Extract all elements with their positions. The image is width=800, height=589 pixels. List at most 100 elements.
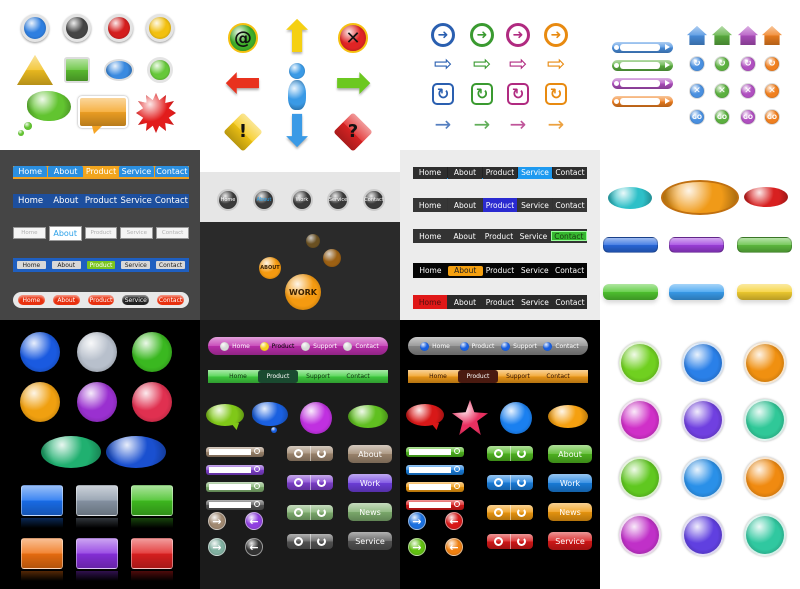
glass-oval[interactable] xyxy=(41,436,101,468)
search-bar[interactable] xyxy=(612,60,673,71)
power-icon[interactable] xyxy=(309,446,334,461)
nav-item-support[interactable]: Support xyxy=(498,370,538,383)
search-bar[interactable] xyxy=(206,482,264,492)
nav-item-service[interactable]: Service xyxy=(518,295,552,309)
glass-orb[interactable] xyxy=(77,382,117,422)
outline-arrow-right-icon[interactable]: ⇨ xyxy=(543,52,569,77)
glass-square[interactable] xyxy=(21,538,63,569)
search-icon[interactable] xyxy=(454,483,460,489)
outline-arrow-right-icon[interactable]: ⇨ xyxy=(430,52,456,77)
go-icon[interactable]: GO xyxy=(689,109,705,125)
oval-button[interactable] xyxy=(744,187,788,207)
round-button[interactable] xyxy=(105,14,133,42)
power-toggle[interactable] xyxy=(287,475,333,491)
power-toggle[interactable] xyxy=(487,446,533,461)
power-icon[interactable] xyxy=(509,504,534,520)
pill-button[interactable] xyxy=(669,284,724,300)
glass-square[interactable] xyxy=(76,485,118,516)
round-button[interactable] xyxy=(146,14,174,42)
nav-item-about[interactable]: About xyxy=(447,231,482,241)
search-icon[interactable] xyxy=(254,448,260,454)
search-field[interactable] xyxy=(620,62,660,69)
info-icon[interactable] xyxy=(487,446,510,461)
search-icon[interactable] xyxy=(454,500,460,507)
nav-item-contact[interactable]: Contact xyxy=(538,370,578,383)
glass-orb[interactable] xyxy=(682,514,724,556)
circle-arrow-right-icon[interactable]: ➜ xyxy=(506,23,530,47)
outline-arrow-right-icon[interactable]: ⇨ xyxy=(505,52,531,77)
nav-item-product[interactable]: Product xyxy=(83,194,118,208)
nav-item-product[interactable]: Product xyxy=(256,337,298,355)
orb-work[interactable]: WORK xyxy=(285,274,321,310)
button-work[interactable]: Work xyxy=(348,474,392,492)
thin-arrow-right-icon[interactable]: → xyxy=(469,112,495,136)
search-bar[interactable] xyxy=(206,499,264,510)
search-field[interactable] xyxy=(620,98,660,105)
refresh-icon[interactable]: ↻ xyxy=(764,56,780,72)
search-bar[interactable] xyxy=(612,78,673,89)
nav-item-home[interactable]: Home xyxy=(413,231,448,241)
nav-item-contact[interactable]: Contact xyxy=(550,231,588,241)
arrow-left-icon[interactable]: ⬅ xyxy=(219,59,267,107)
glass-orb[interactable] xyxy=(744,399,786,441)
nav-item-home[interactable]: Home xyxy=(18,295,45,305)
orb-about[interactable]: ABOUT xyxy=(259,257,281,279)
search-icon[interactable] xyxy=(254,483,260,489)
info-icon[interactable] xyxy=(487,475,510,490)
power-toggle[interactable] xyxy=(287,504,333,520)
pill-button[interactable] xyxy=(603,284,658,300)
nav-item-contact[interactable]: Contact xyxy=(154,166,190,177)
arrow-right-button[interactable]: → xyxy=(208,512,226,530)
round-button[interactable] xyxy=(21,14,49,42)
search-icon[interactable] xyxy=(454,465,460,472)
nav-item-service[interactable]: Service xyxy=(516,231,551,241)
nav-item-contact[interactable]: Contact xyxy=(552,265,587,276)
close-icon[interactable]: ✕ xyxy=(764,83,780,99)
thin-arrow-right-icon[interactable]: → xyxy=(505,112,531,136)
search-bar[interactable] xyxy=(406,464,464,475)
nav-item-service[interactable]: Service xyxy=(119,166,154,177)
nav-item-service[interactable]: Service xyxy=(517,265,553,276)
search-field[interactable] xyxy=(209,501,251,508)
search-field[interactable] xyxy=(409,449,451,455)
arrow-right-button[interactable]: → xyxy=(408,538,426,556)
nav-item-product[interactable]: Product xyxy=(456,337,498,355)
round-nav-contact[interactable]: Contact xyxy=(363,189,385,211)
search-field[interactable] xyxy=(209,484,251,490)
person-icon-head[interactable] xyxy=(289,63,305,79)
nav-item-contact[interactable]: Contact xyxy=(157,295,184,305)
power-toggle[interactable] xyxy=(287,533,333,549)
nav-item-product[interactable]: Product xyxy=(483,198,517,212)
glass-square[interactable] xyxy=(21,485,63,516)
search-field[interactable] xyxy=(209,449,251,455)
round-nav-service[interactable]: Service xyxy=(327,189,349,211)
button-news[interactable]: News xyxy=(548,503,592,521)
nav-item-contact[interactable]: Contact xyxy=(154,194,189,208)
info-icon[interactable] xyxy=(287,475,310,490)
refresh-icon[interactable]: ↻ xyxy=(740,56,756,72)
search-field[interactable] xyxy=(620,80,660,87)
nav-item-home[interactable]: Home xyxy=(13,227,46,239)
button-about[interactable]: About xyxy=(348,445,392,463)
glass-oval[interactable] xyxy=(548,405,588,428)
pill-button[interactable] xyxy=(737,237,792,253)
pill-button[interactable] xyxy=(737,284,792,300)
refresh-icon[interactable]: ↻ xyxy=(689,56,705,72)
glass-oval[interactable] xyxy=(106,436,166,468)
nav-item-about[interactable]: About xyxy=(48,194,83,208)
round-nav-about[interactable]: About xyxy=(253,189,275,211)
glass-orb[interactable] xyxy=(619,514,661,556)
nav-item-home[interactable]: Home xyxy=(13,166,48,177)
at-icon[interactable]: @ xyxy=(228,23,258,53)
nav-item-contact[interactable]: Contact xyxy=(553,198,587,212)
glass-orb[interactable] xyxy=(744,457,786,499)
nav-item-home[interactable]: Home xyxy=(13,194,48,208)
button-service[interactable]: Service xyxy=(348,532,392,550)
power-toggle[interactable] xyxy=(487,533,533,549)
search-bar[interactable] xyxy=(206,447,264,457)
glass-orb[interactable] xyxy=(300,402,332,434)
search-field[interactable] xyxy=(409,484,451,490)
search-field[interactable] xyxy=(209,466,251,473)
nav-item-support[interactable]: Support xyxy=(298,337,340,355)
nav-item-about[interactable]: About xyxy=(52,295,80,305)
